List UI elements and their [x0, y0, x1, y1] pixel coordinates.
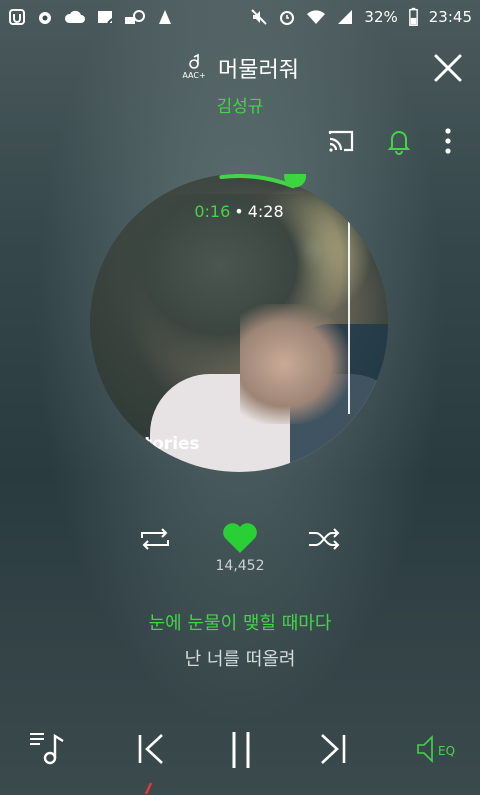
wifi-icon — [307, 10, 326, 24]
music-icon — [39, 12, 51, 24]
c-icon — [125, 10, 145, 24]
app-icon — [159, 10, 171, 24]
equalizer-button[interactable]: EQ — [416, 734, 456, 764]
battery-percent: 32% — [364, 8, 398, 26]
mute-icon — [251, 9, 268, 25]
note-icon — [98, 11, 113, 24]
song-title: 머물러줘 — [218, 58, 299, 83]
red-indicator — [144, 782, 152, 795]
battery-icon — [408, 7, 418, 26]
lyric-current-line[interactable]: 눈에 눈물이 맺힐 때마다 — [0, 609, 480, 635]
audio-quality-badge: AAC+ — [178, 50, 210, 82]
next-track-icon[interactable] — [316, 732, 348, 766]
cast-icon[interactable] — [326, 126, 356, 156]
time-separator: • — [234, 202, 244, 221]
previous-track-icon[interactable] — [136, 732, 168, 766]
album-area: tories 0:16 • 4:28 — [90, 174, 388, 472]
bell-icon[interactable] — [384, 126, 414, 156]
status-bar-left — [8, 8, 174, 26]
time-total: 4:28 — [247, 202, 284, 221]
status-bar: 32% 23:45 — [0, 0, 480, 34]
time-display: 0:16 • 4:28 — [90, 202, 388, 221]
likes-count: 14,452 — [215, 558, 265, 574]
audio-quality-label: AAC+ — [182, 71, 206, 80]
time-current: 0:16 — [194, 202, 231, 221]
audio-quality-icon — [189, 53, 199, 69]
alarm-icon — [280, 11, 295, 25]
more-options-icon[interactable] — [440, 126, 456, 156]
close-icon[interactable] — [430, 50, 466, 86]
status-bar-right: 32% 23:45 — [250, 7, 472, 27]
signal-icon — [338, 10, 353, 24]
status-time: 23:45 — [428, 8, 472, 26]
equalizer-label: EQ — [438, 744, 455, 758]
pause-icon[interactable] — [228, 730, 254, 770]
shuffle-icon[interactable] — [306, 524, 342, 554]
repeat-icon[interactable] — [137, 524, 173, 554]
progress-arc — [219, 174, 296, 189]
artist-name[interactable]: 김성규 — [0, 92, 480, 117]
equalizer-icon: EQ — [417, 735, 455, 763]
cloud-icon — [64, 10, 85, 23]
playlist-icon[interactable] — [28, 728, 68, 768]
heart-icon[interactable] — [221, 520, 259, 556]
u-icon — [9, 9, 25, 25]
lyric-next-line[interactable]: 난 너를 떠올려 — [0, 645, 480, 671]
